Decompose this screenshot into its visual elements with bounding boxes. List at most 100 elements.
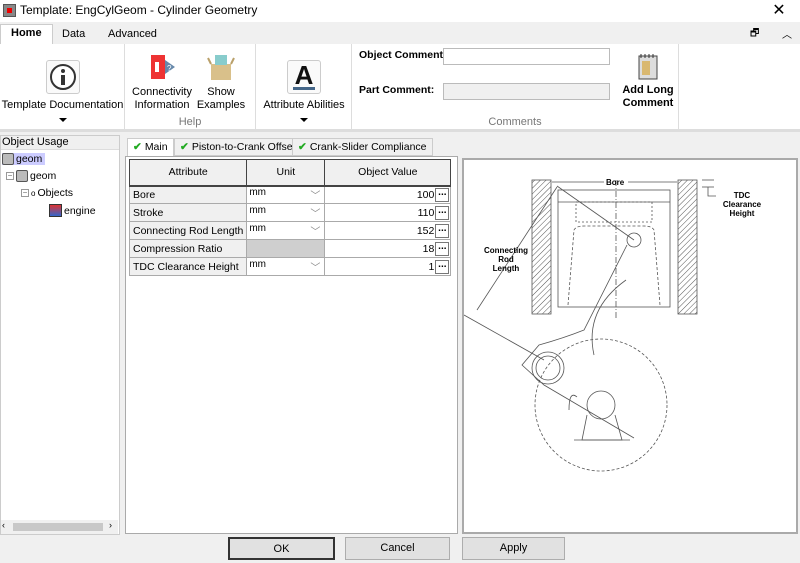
documentation-group: Template Documentation <box>0 44 125 130</box>
scroll-left-icon[interactable]: ‹ <box>2 520 5 530</box>
help-group: ? Connectivity Information Show Examples… <box>125 44 256 130</box>
tab-piston-to-crank-offset[interactable]: ✔ Piston-to-Crank Offset <box>174 138 302 156</box>
template-documentation-button[interactable]: Template Documentation <box>0 60 125 122</box>
value-cell[interactable]: 1... <box>324 257 452 276</box>
close-button[interactable]: ✕ <box>764 0 794 22</box>
unit-select[interactable]: mm ﹀ <box>246 203 326 222</box>
tree-node-geom-root[interactable]: geom <box>2 153 46 165</box>
value-cell[interactable]: 18... <box>324 239 452 258</box>
table-row: Stroke mm ﹀ 110... <box>128 203 452 222</box>
column-header-object-value: Object Value <box>324 159 452 187</box>
tab-label: Main <box>144 141 168 153</box>
unit-value: mm <box>249 187 267 199</box>
ellipsis-button[interactable]: ... <box>435 259 450 274</box>
chevron-down-icon[interactable]: ﹀ <box>310 187 324 202</box>
tree-label: Objects <box>37 187 74 199</box>
scrollbar-thumb[interactable] <box>13 523 103 531</box>
unit-value: mm <box>249 259 267 270</box>
value-text[interactable]: 100 <box>417 189 435 201</box>
ribbon: Template Documentation ? Connectivity In… <box>0 44 800 132</box>
engine-icon <box>49 204 62 217</box>
add-long-comment-button[interactable]: Add Long Comment <box>620 52 676 110</box>
table-row: TDC Clearance Height mm ﹀ 1... <box>128 257 452 276</box>
info-icon <box>45 60 80 94</box>
geom-icon <box>16 170 28 182</box>
tab-advanced[interactable]: Advanced <box>98 26 167 44</box>
rod-label-line1: Connecting <box>484 246 528 255</box>
collapse-icon[interactable]: − <box>21 189 29 197</box>
chevron-down-icon[interactable]: ﹀ <box>310 205 324 220</box>
collapse-icon[interactable]: − <box>6 172 14 180</box>
horizontal-scrollbar[interactable]: ‹ › <box>1 520 118 534</box>
attribute-abilities-button[interactable]: A Attribute Abilities <box>256 60 352 122</box>
value-cell[interactable]: 152... <box>324 221 452 240</box>
attribute-abilities-label: Attribute Abilities <box>263 99 345 111</box>
show-examples-label: Show Examples <box>196 86 246 111</box>
tab-home[interactable]: Home <box>0 24 53 44</box>
tab-main[interactable]: ✔ Main <box>127 138 174 158</box>
unit-value: mm <box>249 205 267 216</box>
help-group-label: Help <box>178 116 202 128</box>
unit-value: mm <box>249 223 267 234</box>
restore-icon[interactable]: 🗗 <box>750 26 759 43</box>
dropdown-caret-icon <box>58 118 67 122</box>
value-cell[interactable]: 110... <box>324 203 452 222</box>
unit-select[interactable]: mm ﹀ <box>246 185 326 204</box>
bore-label: Bore <box>606 178 625 187</box>
svg-text:?: ? <box>167 64 172 73</box>
apply-button[interactable]: Apply <box>462 537 565 560</box>
tab-label: Crank-Slider Compliance <box>309 141 427 153</box>
object-comment-input[interactable] <box>443 48 610 65</box>
unit-cell-empty <box>246 239 326 258</box>
part-comment-input <box>443 83 610 100</box>
ellipsis-button[interactable]: ... <box>435 241 450 256</box>
value-text[interactable]: 18 <box>423 242 435 254</box>
tab-data[interactable]: Data <box>52 26 95 44</box>
template-documentation-label: Template Documentation <box>1 99 124 111</box>
ellipsis-button[interactable]: ... <box>435 187 450 202</box>
tree-label: geom <box>30 170 57 182</box>
collapse-ribbon-icon[interactable]: ︿ <box>782 26 792 41</box>
connectivity-information-button[interactable]: ? Connectivity Information <box>131 52 193 112</box>
connectivity-information-label: Connectivity Information <box>132 86 192 111</box>
add-long-comment-label: Add Long Comment <box>622 84 674 109</box>
tdc-label-line2: Clearance <box>723 200 762 209</box>
font-a-icon: A <box>287 60 321 94</box>
unit-select[interactable]: mm ﹀ <box>246 257 326 276</box>
value-text[interactable]: 110 <box>418 206 435 218</box>
column-header-attribute: Attribute <box>128 159 248 187</box>
tab-crank-slider-compliance[interactable]: ✔ Crank-Slider Compliance <box>292 138 433 156</box>
column-header-unit: Unit <box>246 159 326 187</box>
dropdown-caret-icon <box>300 118 308 122</box>
value-cell[interactable]: 100... <box>324 185 452 204</box>
box-icon <box>207 55 235 80</box>
window-title: Template: EngCylGeom - Cylinder Geometry <box>20 3 258 17</box>
chevron-down-icon[interactable]: ﹀ <box>310 259 324 274</box>
attribute-cell: TDC Clearance Height <box>128 257 248 276</box>
comments-group-label: Comments <box>488 116 542 128</box>
ellipsis-button[interactable]: ... <box>435 205 450 220</box>
rod-label-line2: Rod <box>498 255 514 264</box>
attribute-cell: Bore <box>128 185 248 204</box>
tree-node-objects[interactable]: − o Objects <box>21 187 73 199</box>
ellipsis-button[interactable]: ... <box>435 223 450 238</box>
app-icon <box>3 4 16 17</box>
tree-label: engine <box>64 204 96 217</box>
tree-label: geom <box>16 153 43 165</box>
value-text[interactable]: 152 <box>417 224 435 236</box>
cylinder-wall-right <box>677 179 698 315</box>
tree-node-engine[interactable]: engine <box>49 204 96 217</box>
ok-button[interactable]: OK <box>228 537 335 560</box>
svg-text:A: A <box>295 62 314 90</box>
comments-group: Object Comment: Part Comment: Add Long C… <box>352 44 679 130</box>
object-usage-panel: Object Usage geom − geom − o Objects engine <box>0 135 120 535</box>
chevron-down-icon[interactable]: ﹀ <box>310 223 324 238</box>
unit-select[interactable]: mm ﹀ <box>246 221 326 240</box>
object-usage-title: Object Usage <box>1 136 119 150</box>
scroll-right-icon[interactable]: › <box>109 520 112 530</box>
tree-node-geom[interactable]: − geom <box>6 170 56 182</box>
cancel-button[interactable]: Cancel <box>345 537 450 560</box>
value-text[interactable]: 1 <box>429 260 435 272</box>
check-icon: ✔ <box>180 141 189 153</box>
show-examples-button[interactable]: Show Examples <box>195 52 247 112</box>
